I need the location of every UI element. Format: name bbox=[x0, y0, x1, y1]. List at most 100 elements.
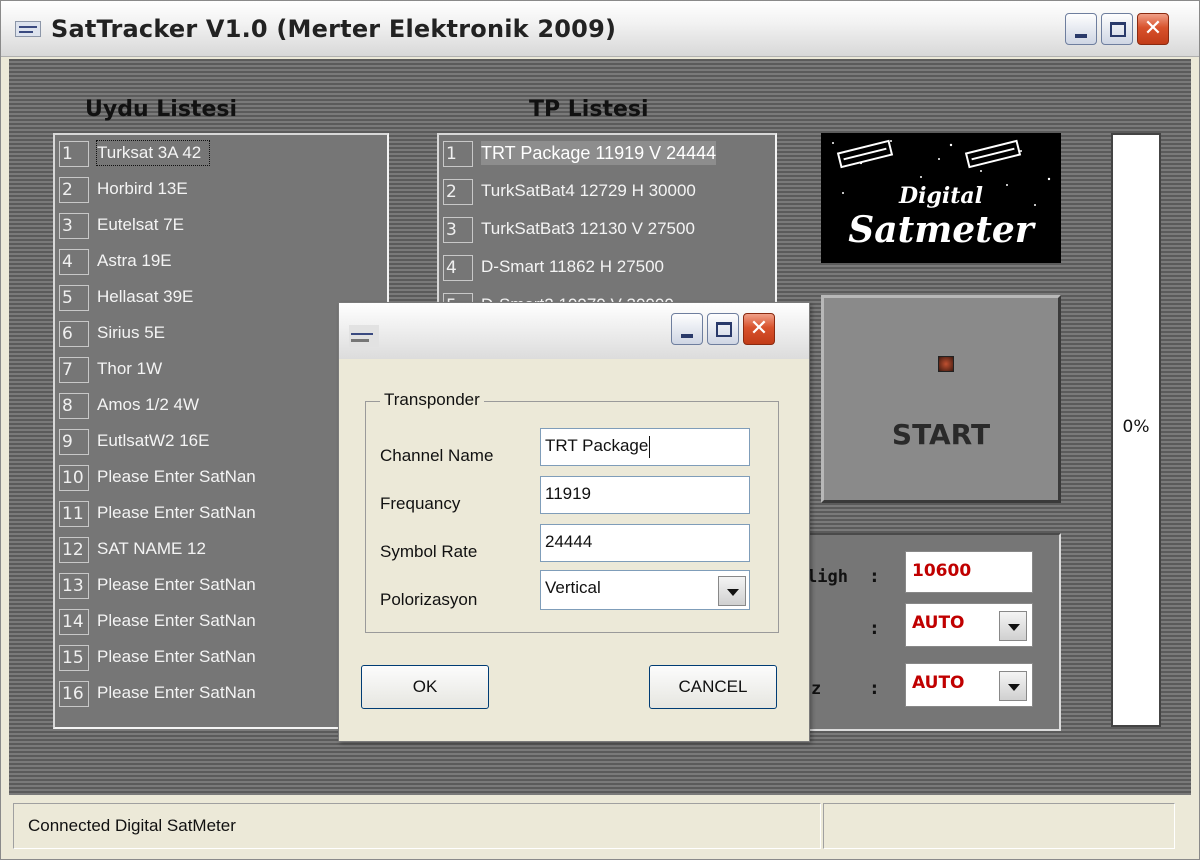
ok-button[interactable]: OK bbox=[361, 665, 489, 709]
logo-line-digital: Digital bbox=[899, 183, 983, 209]
signal-percentage-text: 0% bbox=[1122, 417, 1150, 437]
list-item-number: 11 bbox=[59, 501, 89, 527]
list-item-number: 9 bbox=[59, 429, 89, 455]
list-item-label: Amos 1/2 4W bbox=[97, 395, 200, 414]
close-icon: ✕ bbox=[1143, 16, 1163, 41]
list-item-number: 15 bbox=[59, 645, 89, 671]
list-item-label: Please Enter SatNan bbox=[97, 647, 256, 666]
symbol-rate-label: Symbol Rate bbox=[380, 542, 478, 561]
list-item-label: Please Enter SatNan bbox=[97, 467, 256, 486]
lnb-row2-dropdown-icon[interactable] bbox=[999, 611, 1027, 641]
lnb-settings-panel: ligh : 10600 : AUTO z : AUTO bbox=[799, 533, 1061, 731]
list-item-number: 16 bbox=[59, 681, 89, 707]
status-pane-secondary bbox=[823, 803, 1175, 849]
list-item-number: 13 bbox=[59, 573, 89, 599]
tp-list-item[interactable]: 2 TurkSatBat4 12729 H 30000 bbox=[443, 177, 775, 207]
list-item-label: Astra 19E bbox=[97, 251, 172, 270]
maximize-icon bbox=[716, 322, 732, 337]
close-button[interactable]: ✕ bbox=[1137, 13, 1169, 45]
satellite-list-item[interactable]: 3 Eutelsat 7E bbox=[59, 211, 391, 241]
transponder-group-label: Transponder bbox=[380, 390, 484, 410]
dialog-maximize-button[interactable] bbox=[707, 313, 739, 345]
list-item-label: Sirius 5E bbox=[97, 323, 166, 342]
text-caret bbox=[649, 435, 651, 458]
list-item-label: SAT NAME 12 bbox=[97, 539, 206, 558]
list-item-label: Please Enter SatNan bbox=[97, 611, 256, 630]
tp-list[interactable]: 1 TRT Package 11919 V 24444 2 TurkSatBat4 1… bbox=[437, 133, 777, 305]
digital-satmeter-logo: Digital Satmeter bbox=[821, 133, 1061, 263]
app-icon bbox=[15, 21, 41, 37]
frequency-label: Frequancy bbox=[380, 494, 461, 513]
title-bar[interactable]: SatTracker V1.0 (Merter Elektronik 2009)… bbox=[1, 1, 1199, 57]
close-icon: ✕ bbox=[749, 316, 769, 341]
list-item-label: Please Enter SatNan bbox=[97, 683, 256, 702]
list-item-number: 7 bbox=[59, 357, 89, 383]
status-bar: Connected Digital SatMeter bbox=[9, 797, 1191, 857]
channel-name-value: TRT Package bbox=[545, 436, 649, 455]
tp-list-item[interactable]: 4 D-Smart 11862 H 27500 bbox=[443, 253, 775, 283]
lnb-high-colon: : bbox=[871, 567, 878, 587]
lnb-row3-dropdown-icon[interactable] bbox=[999, 671, 1027, 701]
satellite-list-item[interactable]: 4 Astra 19E bbox=[59, 247, 391, 277]
list-item-label: D-Smart 11862 H 27500 bbox=[481, 257, 665, 276]
frequency-field[interactable]: 11919 bbox=[540, 476, 750, 514]
start-button-label: START bbox=[891, 418, 991, 451]
lnb-high-label: ligh bbox=[807, 567, 848, 587]
transponder-group: Transponder Channel Name TRT Package Fre… bbox=[365, 390, 779, 633]
status-pane-main: Connected Digital SatMeter bbox=[13, 803, 821, 849]
list-item-number: 3 bbox=[443, 217, 473, 243]
list-item-number: 1 bbox=[443, 141, 473, 167]
list-item-number: 10 bbox=[59, 465, 89, 491]
tp-list-item[interactable]: 3 TurkSatBat3 12130 V 27500 bbox=[443, 215, 775, 245]
tp-list-item[interactable]: 1 TRT Package 11919 V 24444 bbox=[443, 139, 775, 169]
satellite-list-item[interactable]: 2 Horbird 13E bbox=[59, 175, 391, 205]
list-item-number: 3 bbox=[59, 213, 89, 239]
window-title: SatTracker V1.0 (Merter Elektronik 2009) bbox=[51, 15, 617, 43]
logo-line-satmeter: Satmeter bbox=[848, 209, 1034, 251]
maximize-button[interactable] bbox=[1101, 13, 1133, 45]
status-led-icon bbox=[938, 356, 954, 372]
satellite-list-heading: Uydu Listesi bbox=[85, 97, 238, 122]
list-item-number: 6 bbox=[59, 321, 89, 347]
list-item-number: 1 bbox=[59, 141, 89, 167]
dialog-close-button[interactable]: ✕ bbox=[743, 313, 775, 345]
minimize-icon bbox=[681, 334, 693, 338]
list-item-number: 2 bbox=[59, 177, 89, 203]
list-item-label: Eutelsat 7E bbox=[97, 215, 184, 234]
list-item-number: 8 bbox=[59, 393, 89, 419]
dialog-minimize-button[interactable] bbox=[671, 313, 703, 345]
list-item-number: 2 bbox=[443, 179, 473, 205]
list-item-label: EutlsatW2 16E bbox=[97, 431, 210, 450]
start-button[interactable]: START bbox=[821, 295, 1061, 503]
minimize-button[interactable] bbox=[1065, 13, 1097, 45]
dialog-title-bar[interactable]: ✕ bbox=[339, 303, 809, 359]
lnb-row2-colon: : bbox=[871, 619, 878, 639]
list-item-number: 5 bbox=[59, 285, 89, 311]
list-item-label: TurkSatBat3 12130 V 27500 bbox=[481, 219, 695, 238]
tp-list-heading: TP Listesi bbox=[529, 97, 649, 122]
channel-name-field[interactable]: TRT Package bbox=[540, 428, 750, 466]
transponder-dialog: ✕ Transponder Channel Name TRT Package F… bbox=[338, 302, 810, 742]
lnb-row3-label: z bbox=[811, 679, 822, 699]
polarization-label: Polorizasyon bbox=[380, 590, 478, 609]
status-text: Connected Digital SatMeter bbox=[28, 816, 236, 835]
list-item-label: Turksat 3A 42 bbox=[95, 140, 211, 166]
list-item-number: 12 bbox=[59, 537, 89, 563]
satellite-list-item[interactable]: 1 Turksat 3A 42 bbox=[59, 139, 391, 169]
lnb-high-field[interactable]: 10600 bbox=[905, 551, 1033, 593]
symbol-rate-field[interactable]: 24444 bbox=[540, 524, 750, 562]
maximize-icon bbox=[1110, 22, 1126, 37]
minimize-icon bbox=[1075, 34, 1087, 38]
channel-name-label: Channel Name bbox=[380, 446, 494, 465]
list-item-label: Please Enter SatNan bbox=[97, 575, 256, 594]
list-item-label: Thor 1W bbox=[97, 359, 163, 378]
dialog-app-icon bbox=[349, 325, 379, 347]
cancel-button[interactable]: CANCEL bbox=[649, 665, 777, 709]
polarization-dropdown-icon[interactable] bbox=[718, 576, 746, 606]
list-item-label: TurkSatBat4 12729 H 30000 bbox=[481, 181, 696, 200]
list-item-label: Please Enter SatNan bbox=[97, 503, 256, 522]
list-item-label: Hellasat 39E bbox=[97, 287, 194, 306]
lnb-row3-colon: : bbox=[871, 679, 878, 699]
polarization-value: Vertical bbox=[545, 578, 601, 597]
list-item-number: 14 bbox=[59, 609, 89, 635]
